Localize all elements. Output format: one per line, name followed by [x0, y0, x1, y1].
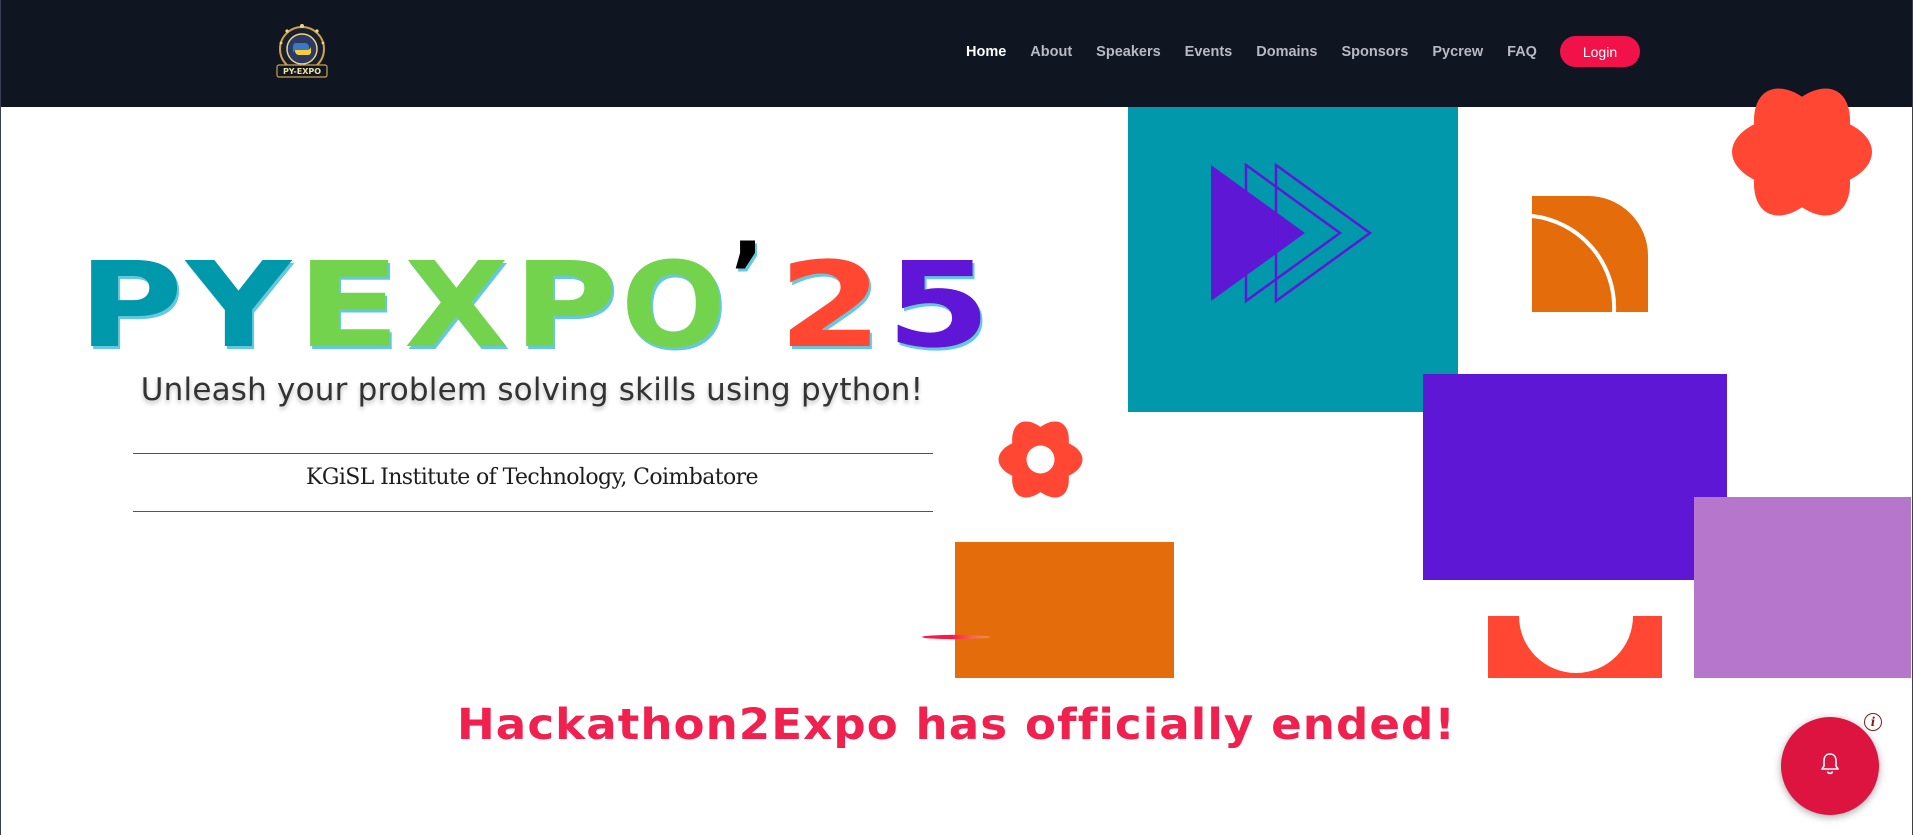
title-char-y: Y [184, 236, 293, 356]
title-char-p2: P [513, 236, 618, 356]
notification-button[interactable] [1781, 717, 1879, 815]
divider-top [133, 453, 933, 454]
notification-badge[interactable]: i [1864, 713, 1882, 731]
event-status-message: Hackathon2Expo has officially ended! [456, 700, 1457, 750]
title-char-o: O [621, 236, 726, 356]
institute-name: KGiSL Institute of Technology, Coimbator… [306, 465, 759, 490]
pyexpo-logo[interactable]: PY-EXPO [273, 23, 331, 79]
nav-link-sponsors[interactable]: Sponsors [1341, 44, 1408, 60]
hero-title-text: PYEXPO'25 [998, 236, 999, 237]
flower-small [997, 416, 1084, 508]
nav-link-domains[interactable]: Domains [1256, 44, 1317, 60]
login-button[interactable]: Login [1560, 36, 1640, 67]
hero-tagline: Unleash your problem solving skills usin… [140, 372, 924, 408]
comet-streak [921, 628, 991, 646]
title-char-apostrophe: ’ [730, 236, 764, 328]
lilac-rectangle [1694, 497, 1911, 678]
logo-text: PY-EXPO [283, 67, 321, 76]
title-char-p: P [78, 236, 183, 356]
title-char-e: E [296, 236, 401, 356]
purple-rectangle [1423, 374, 1727, 580]
nav-link-speakers[interactable]: Speakers [1096, 44, 1161, 60]
title-char-5: 5 [886, 236, 991, 356]
title-char-2: 2 [778, 236, 883, 356]
play-arrows-icon [1210, 160, 1375, 310]
nav-link-events[interactable]: Events [1185, 44, 1233, 60]
hero-title: P Y E X P O ’ 2 5 PYEXPO'25 [78, 223, 999, 374]
quarter-arc-shape [1531, 195, 1650, 319]
half-ring-shape [1488, 616, 1664, 683]
nav-link-faq[interactable]: FAQ [1507, 44, 1537, 60]
divider-bottom [133, 511, 933, 512]
bell-icon [1819, 752, 1841, 781]
orange-rectangle [955, 542, 1174, 678]
nav-link-about[interactable]: About [1030, 44, 1072, 60]
top-navbar: PY-EXPO Home About Speakers Events Domai… [0, 0, 1913, 107]
title-char-x: X [404, 236, 509, 356]
main-nav: Home About Speakers Events Domains Spons… [966, 0, 1561, 104]
flower-large [1722, 74, 1882, 234]
nav-link-home[interactable]: Home [966, 44, 1006, 60]
nav-link-pycrew[interactable]: Pycrew [1432, 44, 1483, 60]
